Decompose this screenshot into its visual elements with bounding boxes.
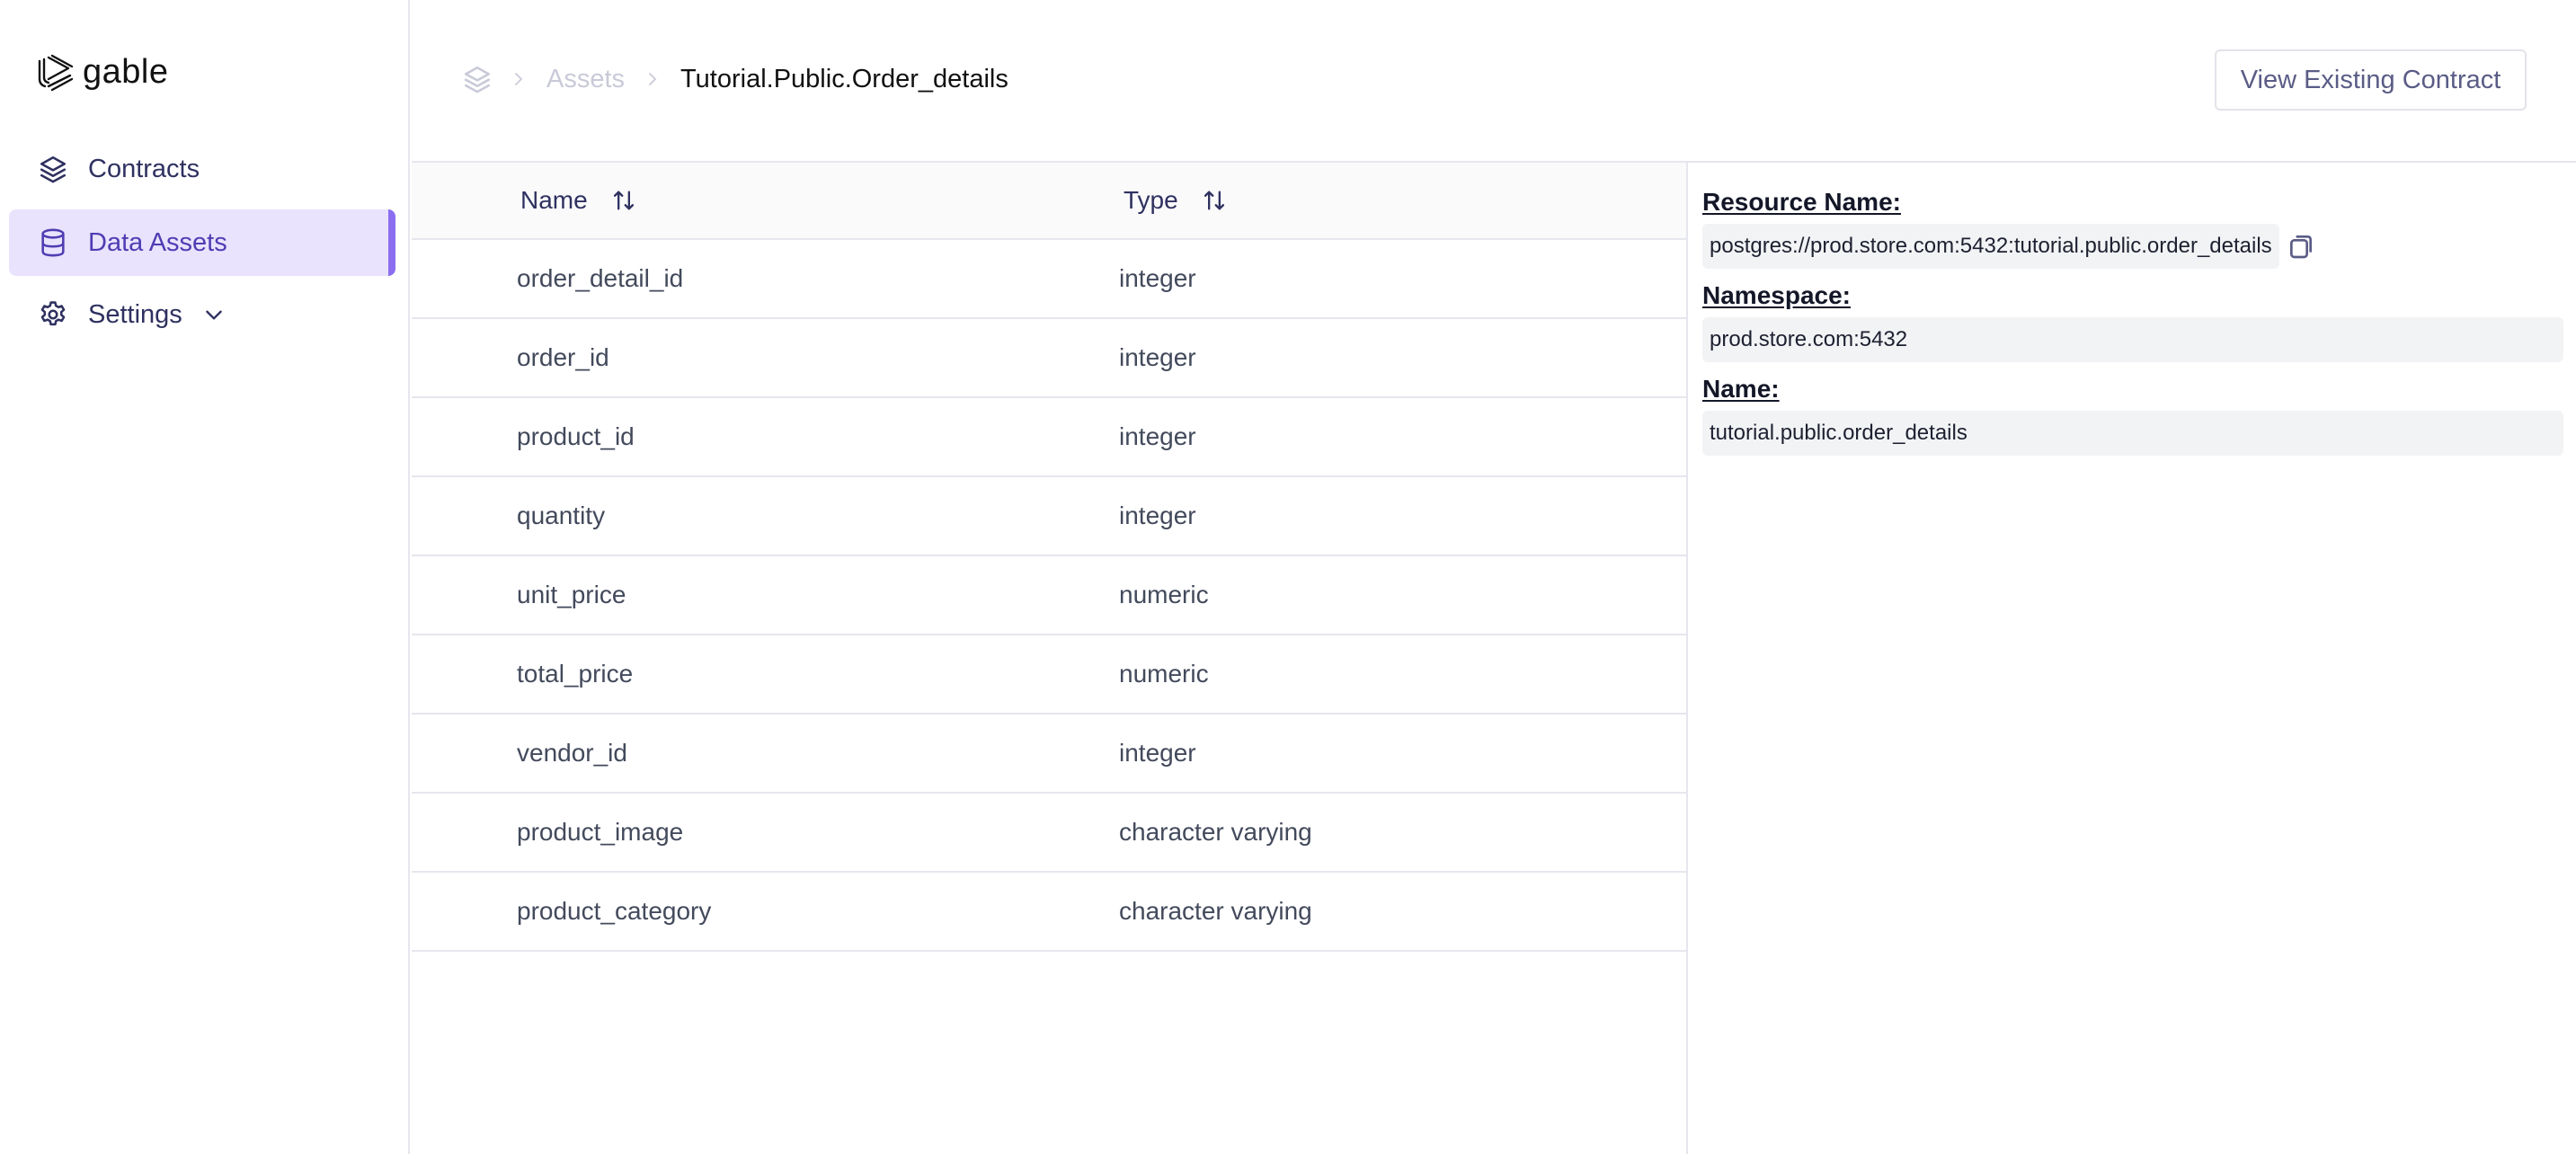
cell-name: product_category bbox=[517, 897, 712, 925]
column-header-label: Type bbox=[1124, 186, 1178, 214]
columns-table: Name Type order_detail_id integer order_… bbox=[412, 163, 1687, 952]
table-row[interactable]: unit_price numeric bbox=[412, 556, 1687, 635]
sort-icon[interactable] bbox=[611, 188, 636, 213]
cell-type: integer bbox=[1119, 264, 1196, 292]
table-row[interactable]: product_category character varying bbox=[412, 873, 1687, 952]
column-header-type[interactable]: Type bbox=[1124, 186, 1227, 215]
sidebar-item-label: Contracts bbox=[88, 154, 200, 183]
chevron-right-icon bbox=[644, 69, 661, 89]
namespace-label: Namespace: bbox=[1702, 281, 1851, 309]
panel-divider bbox=[1686, 163, 1688, 1154]
cell-name: product_id bbox=[517, 422, 635, 450]
sidebar-item-settings[interactable]: Settings bbox=[9, 281, 395, 348]
breadcrumb-current: Tutorial.Public.Order_details bbox=[680, 64, 1008, 93]
cell-name: product_image bbox=[517, 818, 684, 846]
chevron-down-icon[interactable] bbox=[202, 303, 226, 326]
gable-logo-icon bbox=[38, 54, 74, 92]
cell-type: integer bbox=[1119, 422, 1196, 450]
cell-name: vendor_id bbox=[517, 739, 627, 767]
app-logo[interactable]: gable bbox=[36, 52, 168, 92]
sidebar-item-data-assets[interactable]: Data Assets bbox=[9, 209, 395, 276]
name-row: tutorial.public.order_details bbox=[1702, 411, 2563, 456]
copy-icon[interactable] bbox=[2287, 232, 2315, 261]
table-row[interactable]: product_id integer bbox=[412, 398, 1687, 477]
table-row[interactable]: total_price numeric bbox=[412, 635, 1687, 715]
sort-icon[interactable] bbox=[1202, 188, 1227, 213]
breadcrumb: Assets Tutorial.Public.Order_details bbox=[462, 61, 1008, 97]
gear-icon bbox=[38, 299, 68, 330]
name-value: tutorial.public.order_details bbox=[1702, 411, 2563, 456]
cell-type: integer bbox=[1119, 343, 1196, 371]
name-label: Name: bbox=[1702, 375, 1780, 403]
breadcrumb-assets-link[interactable]: Assets bbox=[546, 65, 625, 94]
cell-name: order_detail_id bbox=[517, 264, 684, 292]
resource-name-value: postgres://prod.store.com:5432:tutorial.… bbox=[1702, 224, 2279, 269]
cell-type: numeric bbox=[1119, 660, 1209, 688]
layers-icon[interactable] bbox=[462, 64, 493, 94]
resource-name-row: postgres://prod.store.com:5432:tutorial.… bbox=[1702, 224, 2563, 269]
app-name: gable bbox=[83, 52, 169, 91]
sidebar-item-label: Data Assets bbox=[88, 227, 227, 257]
cell-type: integer bbox=[1119, 739, 1196, 767]
table-header: Name Type bbox=[412, 163, 1687, 240]
sidebar-item-contracts[interactable]: Contracts bbox=[9, 136, 395, 202]
column-header-label: Name bbox=[520, 186, 588, 214]
page-header: Assets Tutorial.Public.Order_details Vie… bbox=[412, 0, 2576, 163]
cell-type: integer bbox=[1119, 502, 1196, 529]
cell-type: character varying bbox=[1119, 818, 1312, 846]
sidebar-item-label: Settings bbox=[88, 299, 182, 329]
table-row[interactable]: order_detail_id integer bbox=[412, 240, 1687, 319]
table-row[interactable]: quantity integer bbox=[412, 477, 1687, 556]
cell-type: numeric bbox=[1119, 581, 1209, 608]
cell-name: total_price bbox=[517, 660, 634, 688]
cell-type: character varying bbox=[1119, 897, 1312, 925]
chevron-right-icon bbox=[511, 69, 527, 89]
layers-icon bbox=[38, 154, 68, 184]
sidebar: gable Contracts Data Assets Settings bbox=[0, 0, 410, 1154]
resource-name-label: Resource Name: bbox=[1702, 188, 1901, 216]
column-header-name[interactable]: Name bbox=[520, 186, 636, 215]
database-icon bbox=[38, 227, 68, 258]
table-row[interactable]: vendor_id integer bbox=[412, 715, 1687, 794]
cell-name: unit_price bbox=[517, 581, 626, 608]
namespace-row: prod.store.com:5432 bbox=[1702, 317, 2563, 362]
table-row[interactable]: product_image character varying bbox=[412, 794, 1687, 873]
cell-name: quantity bbox=[517, 502, 606, 529]
view-existing-contract-button[interactable]: View Existing Contract bbox=[2215, 49, 2527, 111]
namespace-value: prod.store.com:5432 bbox=[1702, 317, 2563, 362]
cell-name: order_id bbox=[517, 343, 609, 371]
details-panel: Resource Name: postgres://prod.store.com… bbox=[1702, 163, 2563, 456]
table-row[interactable]: order_id integer bbox=[412, 319, 1687, 398]
